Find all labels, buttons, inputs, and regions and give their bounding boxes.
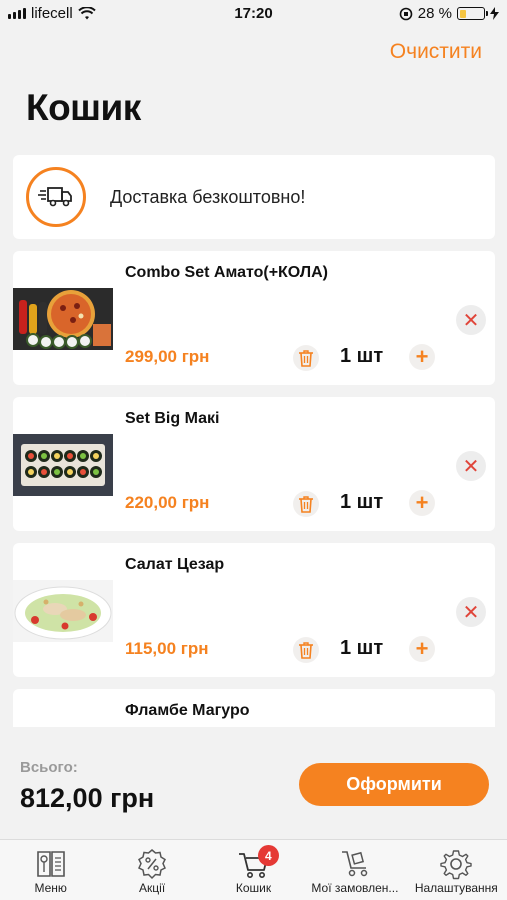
orders-icon (341, 851, 368, 877)
cart-item: Combo Set Амато(+КОЛА) 299,00 грн 1 шт +… (13, 251, 495, 385)
item-name: Set Big Макі (125, 410, 220, 427)
cart-item: Фламбе Магуро (13, 689, 495, 727)
item-quantity: 1 шт (340, 491, 384, 513)
tab-label: Акції (139, 881, 166, 895)
close-icon: ✕ (462, 601, 480, 624)
clear-cart-button[interactable]: Очистити (390, 40, 482, 64)
tab-my-orders[interactable]: Мої замовлен... (304, 840, 405, 900)
delivery-text: Доставка безкоштовно! (110, 186, 306, 207)
tab-menu[interactable]: Меню (0, 840, 101, 900)
page-title: Кошик (26, 87, 141, 128)
delete-item-button[interactable] (293, 345, 319, 371)
charging-icon (490, 7, 499, 20)
delete-item-button[interactable] (293, 637, 319, 663)
increase-quantity-button[interactable]: + (409, 636, 435, 662)
trash-icon (299, 350, 313, 367)
product-image-caesar-salad (13, 580, 113, 642)
battery-icon (457, 7, 488, 20)
discount-icon (138, 849, 167, 880)
item-quantity: 1 шт (340, 345, 384, 367)
delivery-truck-icon (26, 167, 86, 227)
total-label: Всього: (20, 759, 78, 776)
tab-bar: Меню Акції 4 Кошик Мої замовлен... Налаш… (0, 839, 507, 900)
delete-item-button[interactable] (293, 491, 319, 517)
remove-item-button[interactable]: ✕ (456, 305, 486, 335)
increase-quantity-button[interactable]: + (409, 490, 435, 516)
item-quantity: 1 шт (340, 637, 384, 659)
menu-book-icon (36, 851, 65, 877)
checkout-button[interactable]: Оформити (299, 763, 489, 806)
item-name: Combo Set Амато(+КОЛА) (125, 264, 328, 281)
tab-promotions[interactable]: Акції (101, 840, 202, 900)
product-image-combo-set (13, 288, 113, 350)
battery-area: 28 % (399, 5, 499, 22)
total-value: 812,00 грн (20, 783, 155, 813)
delivery-banner: Доставка безкоштовно! (13, 155, 495, 239)
remove-item-button[interactable]: ✕ (456, 597, 486, 627)
status-bar: lifecell 17:20 28 % (0, 0, 507, 28)
increase-quantity-button[interactable]: + (409, 344, 435, 370)
trash-icon (299, 496, 313, 513)
cart-list[interactable]: Combo Set Амато(+КОЛА) 299,00 грн 1 шт +… (13, 251, 495, 727)
trash-icon (299, 642, 313, 659)
product-image-set-big-maki (13, 434, 113, 496)
cart-item: Set Big Макі 220,00 грн 1 шт + ✕ (13, 397, 495, 531)
close-icon: ✕ (462, 309, 480, 332)
plus-icon: + (415, 636, 429, 661)
gear-icon (440, 850, 473, 880)
item-price: 299,00 грн (125, 347, 210, 366)
orientation-lock-icon (399, 7, 413, 20)
item-price: 115,00 грн (125, 639, 209, 658)
remove-item-button[interactable]: ✕ (456, 451, 486, 481)
checkout-bar: Всього: 812,00 грн Оформити (0, 727, 507, 839)
item-price: 220,00 грн (125, 493, 210, 512)
close-icon: ✕ (462, 455, 480, 478)
item-name: Фламбе Магуро (125, 702, 250, 719)
battery-percent: 28 % (417, 5, 452, 22)
tab-label: Кошик (235, 881, 272, 895)
cart-item: Салат Цезар 115,00 грн 1 шт + ✕ (13, 543, 495, 677)
tab-settings[interactable]: Налаштування (406, 840, 507, 900)
tab-cart[interactable]: 4 Кошик (203, 840, 304, 900)
tab-label: Мої замовлен... (311, 881, 399, 895)
plus-icon: + (415, 344, 429, 369)
item-name: Салат Цезар (125, 556, 225, 573)
plus-icon: + (415, 490, 429, 515)
cart-count-badge: 4 (257, 845, 279, 866)
tab-label: Меню (34, 881, 67, 895)
tab-label: Налаштування (414, 881, 498, 895)
